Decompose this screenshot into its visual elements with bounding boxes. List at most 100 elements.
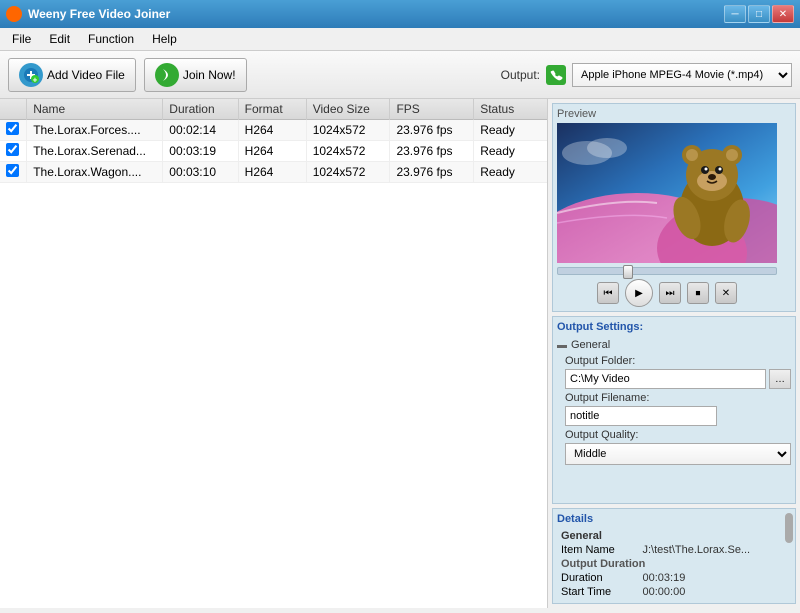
row-fps-0: 23.976 fps [390,120,474,141]
file-table: Name Duration Format Video Size FPS Stat… [0,99,547,183]
progress-thumb[interactable] [623,265,633,279]
general-settings-group: Output Folder: … Output Filename: Output… [565,355,791,465]
general-label: General [571,339,610,351]
row-name-0: The.Lorax.Forces.... [27,120,163,141]
details-output-duration-label: Output Duration [557,557,791,571]
output-folder-input[interactable] [565,369,766,389]
preview-video [557,123,777,263]
join-icon [155,63,179,87]
output-settings-header: Output Settings: [557,321,791,333]
title-bar-controls: ─ □ ✕ [724,5,794,23]
row-duration-1: 00:03:19 [163,141,238,162]
col-header-duration: Duration [163,99,238,120]
row-format-2: H264 [238,162,306,183]
browse-folder-button[interactable]: … [769,369,791,389]
table-row: The.Lorax.Serenad... 00:03:19 H264 1024x… [0,141,547,162]
col-header-format: Format [238,99,306,120]
output-quality-select[interactable]: Middle Low High [565,443,791,465]
title-bar: Weeny Free Video Joiner ─ □ ✕ [0,0,800,28]
details-table: General Item Name J:\test\The.Lorax.Se..… [557,529,791,599]
add-icon: + [19,63,43,87]
details-duration-value: 00:03:19 [639,571,792,585]
row-status-1: Ready [474,141,547,162]
details-start-time-value: 00:00:00 [639,585,792,599]
add-video-button[interactable]: + Add Video File [8,58,136,92]
output-label: Output: [501,68,540,82]
menu-file[interactable]: File [4,30,39,48]
row-fps-2: 23.976 fps [390,162,474,183]
stop-button[interactable]: ⏹ [687,282,709,304]
add-video-label: Add Video File [47,68,125,82]
table-header-row: Name Duration Format Video Size FPS Stat… [0,99,547,120]
app-title: Weeny Free Video Joiner [28,7,170,21]
progress-bar[interactable] [557,267,777,275]
join-now-button[interactable]: Join Now! [144,58,247,92]
skip-back-button[interactable]: ⏮ [597,282,619,304]
details-header: Details [557,513,791,525]
row-format-1: H264 [238,141,306,162]
output-folder-label: Output Folder: [565,355,791,367]
row-duration-2: 00:03:10 [163,162,238,183]
maximize-button[interactable]: □ [748,5,770,23]
play-button[interactable]: ▶ [625,279,653,307]
row-size-2: 1024x572 [306,162,390,183]
svg-text:+: + [33,75,38,83]
menu-edit[interactable]: Edit [41,30,78,48]
menu-bar: File Edit Function Help [0,28,800,51]
general-collapse-header[interactable]: ▬ General [557,339,791,351]
row-check-cell [0,162,27,183]
details-item-name-label: Item Name [557,543,639,557]
output-quality-label: Output Quality: [565,429,791,441]
output-folder-row: Output Folder: … [565,355,791,389]
table-row: The.Lorax.Forces.... 00:02:14 H264 1024x… [0,120,547,141]
menu-function[interactable]: Function [80,30,142,48]
preview-progress [557,267,777,275]
col-header-size: Video Size [306,99,390,120]
close-preview-button[interactable]: ✕ [715,282,737,304]
output-section: Output: Apple iPhone MPEG-4 Movie (*.mp4… [501,63,792,87]
output-format-select[interactable]: Apple iPhone MPEG-4 Movie (*.mp4) [572,63,792,87]
output-filename-input[interactable] [565,406,717,426]
details-output-duration-row: Output Duration [557,557,791,571]
row-duration-0: 00:02:14 [163,120,238,141]
row-name-2: The.Lorax.Wagon.... [27,162,163,183]
app-icon [6,6,22,22]
row-check-cell [0,120,27,141]
col-header-status: Status [474,99,547,120]
output-filename-row: Output Filename: [565,392,791,426]
skip-forward-button[interactable]: ⏭ [659,282,681,304]
preview-label: Preview [557,108,791,120]
details-duration-row: Duration 00:03:19 [557,571,791,585]
details-duration-label: Duration [557,571,639,585]
row-fps-1: 23.976 fps [390,141,474,162]
output-folder-wrap: … [565,369,791,389]
details-item-name-row: Item Name J:\test\The.Lorax.Se... [557,543,791,557]
details-start-time-row: Start Time 00:00:00 [557,585,791,599]
row-size-0: 1024x572 [306,120,390,141]
scrollbar-thumb[interactable] [785,513,793,543]
details-item-name-value: J:\test\The.Lorax.Se... [639,543,792,557]
row-checkbox-1[interactable] [6,143,19,156]
row-status-0: Ready [474,120,547,141]
minimize-button[interactable]: ─ [724,5,746,23]
right-panel: Preview [548,99,800,608]
details-general-row: General [557,529,791,543]
row-checkbox-0[interactable] [6,122,19,135]
row-format-0: H264 [238,120,306,141]
row-checkbox-2[interactable] [6,164,19,177]
menu-help[interactable]: Help [144,30,185,48]
details-start-time-label: Start Time [557,585,639,599]
close-button[interactable]: ✕ [772,5,794,23]
output-filename-label: Output Filename: [565,392,791,404]
preview-controls: ⏮ ▶ ⏭ ⏹ ✕ [557,279,777,307]
preview-section: Preview [552,103,796,312]
phone-icon [546,65,566,85]
col-header-check [0,99,27,120]
col-header-fps: FPS [390,99,474,120]
file-list-panel: Name Duration Format Video Size FPS Stat… [0,99,548,608]
col-header-name: Name [27,99,163,120]
output-quality-row: Output Quality: Middle Low High [565,429,791,465]
table-row: The.Lorax.Wagon.... 00:03:10 H264 1024x5… [0,162,547,183]
toolbar: + Add Video File Join Now! Output: Apple… [0,51,800,99]
title-bar-left: Weeny Free Video Joiner [6,6,170,22]
